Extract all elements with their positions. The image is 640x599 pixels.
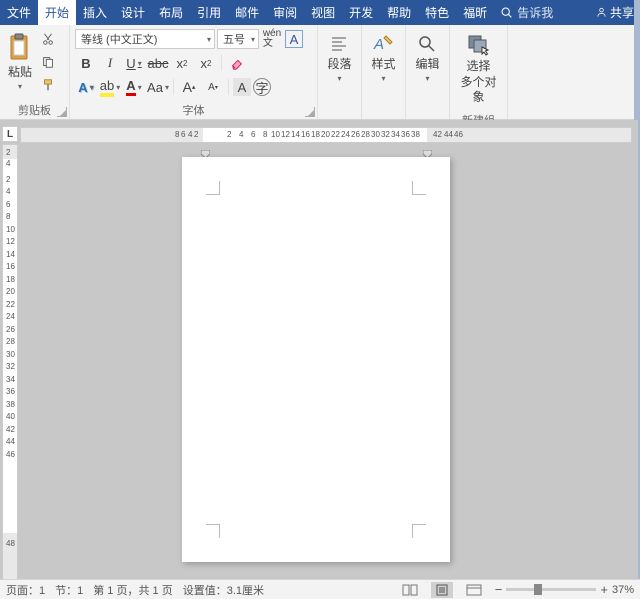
- user-icon: [595, 6, 608, 19]
- group-label: 剪贴板: [18, 102, 51, 118]
- share-label: 共享: [610, 4, 634, 21]
- font-name-select[interactable]: 等线 (中文正文)▾: [75, 29, 215, 49]
- status-position[interactable]: 设置值：3.1厘米: [183, 582, 264, 598]
- status-page-count[interactable]: 第 1 页，共 1 页: [93, 582, 172, 598]
- zoom-slider[interactable]: [506, 588, 596, 591]
- change-case-button[interactable]: Aa▾: [147, 77, 169, 97]
- zoom-control: − + 37%: [495, 582, 634, 597]
- zoom-out-button[interactable]: −: [495, 582, 503, 597]
- zoom-in-button[interactable]: +: [600, 582, 608, 597]
- status-section[interactable]: 节：1: [55, 582, 83, 598]
- tab-file[interactable]: 文件: [0, 0, 38, 25]
- document-area[interactable]: L 86422468101214161820222426283032343638…: [0, 120, 640, 579]
- status-page[interactable]: 页面：1: [6, 582, 45, 598]
- dialog-launcher-icon[interactable]: [57, 107, 67, 117]
- tab-view[interactable]: 视图: [304, 0, 342, 25]
- paragraph-label: 段落: [327, 57, 351, 71]
- char-shading-button[interactable]: A: [233, 78, 251, 96]
- font-size-value: 五号: [223, 31, 245, 47]
- font-name-value: 等线 (中文正文): [81, 31, 157, 47]
- grow-font-button[interactable]: A▴: [178, 77, 200, 97]
- tab-dev[interactable]: 开发: [342, 0, 380, 25]
- underline-button[interactable]: U▾: [123, 53, 145, 73]
- group-clipboard: 粘贴 ▾ 剪贴板: [0, 25, 70, 119]
- zoom-level[interactable]: 37%: [612, 584, 634, 596]
- phonetic-guide-button[interactable]: wén文: [261, 29, 283, 49]
- enclosed-char-button[interactable]: 字: [253, 78, 271, 96]
- crop-mark: [206, 181, 220, 195]
- strikethrough-button[interactable]: abc: [147, 53, 169, 73]
- group-font: 等线 (中文正文)▾ 五号▾ wén文 A B I U▾ abc x2 x2 A…: [70, 25, 318, 119]
- paste-label: 粘贴: [8, 65, 32, 79]
- styles-label: 样式: [371, 57, 395, 71]
- tab-help[interactable]: 帮助: [380, 0, 418, 25]
- copy-button[interactable]: [37, 52, 59, 72]
- group-styles: A 样式 ▾: [362, 25, 406, 119]
- crop-mark: [412, 524, 426, 538]
- share-button[interactable]: 共享: [589, 0, 640, 25]
- tab-layout[interactable]: 布局: [152, 0, 190, 25]
- status-bar: 页面：1 节：1 第 1 页，共 1 页 设置值：3.1厘米 − + 37%: [0, 579, 640, 599]
- ribbon: 粘贴 ▾ 剪贴板 等线 (中文正文)▾ 五号▾ wén文 A B: [0, 25, 640, 120]
- font-size-select[interactable]: 五号▾: [217, 29, 259, 49]
- font-color-button[interactable]: A▾: [123, 77, 145, 97]
- select-label-1: 选择: [466, 59, 490, 73]
- search-icon: [500, 6, 513, 19]
- shrink-font-button[interactable]: A▾: [202, 77, 224, 97]
- styles-button[interactable]: A 样式 ▾: [369, 29, 397, 87]
- select-multiple-button[interactable]: 选择 多个对象: [455, 29, 502, 108]
- italic-button[interactable]: I: [99, 53, 121, 73]
- editing-button[interactable]: 编辑 ▾: [413, 29, 441, 87]
- chevron-down-icon: ▾: [337, 74, 341, 83]
- group-select-objects: 选择 多个对象 新建组: [450, 25, 508, 119]
- tab-review[interactable]: 审阅: [266, 0, 304, 25]
- editing-label: 编辑: [415, 57, 439, 71]
- tab-home[interactable]: 开始: [38, 0, 76, 25]
- paragraph-button[interactable]: 段落 ▾: [325, 29, 353, 87]
- search-placeholder: 告诉我: [517, 4, 553, 21]
- document-page[interactable]: [182, 157, 450, 562]
- group-label: 字体: [183, 102, 205, 118]
- select-label-2: 多个对象: [457, 75, 500, 104]
- titlebar: 文件 开始 插入 设计 布局 引用 邮件 审阅 视图 开发 帮助 特色 福昕 告…: [0, 0, 640, 25]
- dialog-launcher-icon[interactable]: [305, 107, 315, 117]
- tell-me-search[interactable]: 告诉我: [494, 0, 559, 25]
- view-print-layout[interactable]: [431, 582, 453, 598]
- format-painter-button[interactable]: [37, 75, 59, 95]
- crop-mark: [206, 524, 220, 538]
- svg-text:A: A: [373, 36, 384, 53]
- paste-button[interactable]: 粘贴 ▾: [5, 29, 35, 95]
- tab-special[interactable]: 特色: [418, 0, 456, 25]
- chevron-down-icon: ▾: [381, 74, 385, 83]
- superscript-button[interactable]: x2: [195, 53, 217, 73]
- tab-selector[interactable]: L: [2, 126, 18, 142]
- tab-design[interactable]: 设计: [114, 0, 152, 25]
- crop-mark: [412, 181, 426, 195]
- view-web-layout[interactable]: [463, 582, 485, 598]
- subscript-button[interactable]: x2: [171, 53, 193, 73]
- highlight-button[interactable]: ab▾: [99, 77, 121, 97]
- tab-references[interactable]: 引用: [190, 0, 228, 25]
- group-paragraph: 段落 ▾: [318, 25, 362, 119]
- chevron-down-icon: ▾: [425, 74, 429, 83]
- chevron-down-icon: ▾: [18, 82, 22, 91]
- horizontal-ruler[interactable]: 8642246810121416182022242628303234363842…: [20, 127, 632, 143]
- clear-formatting-button[interactable]: [226, 53, 248, 73]
- cut-button[interactable]: [37, 29, 59, 49]
- tab-mail[interactable]: 邮件: [228, 0, 266, 25]
- tab-insert[interactable]: 插入: [76, 0, 114, 25]
- view-read-mode[interactable]: [399, 582, 421, 598]
- char-border-button[interactable]: A: [285, 30, 303, 48]
- group-editing: 编辑 ▾: [406, 25, 450, 119]
- text-effects-button[interactable]: A▾: [75, 77, 97, 97]
- bold-button[interactable]: B: [75, 53, 97, 73]
- tab-foxit[interactable]: 福昕: [456, 0, 494, 25]
- vertical-ruler[interactable]: 2424681012141618202224262830323436384042…: [2, 144, 18, 573]
